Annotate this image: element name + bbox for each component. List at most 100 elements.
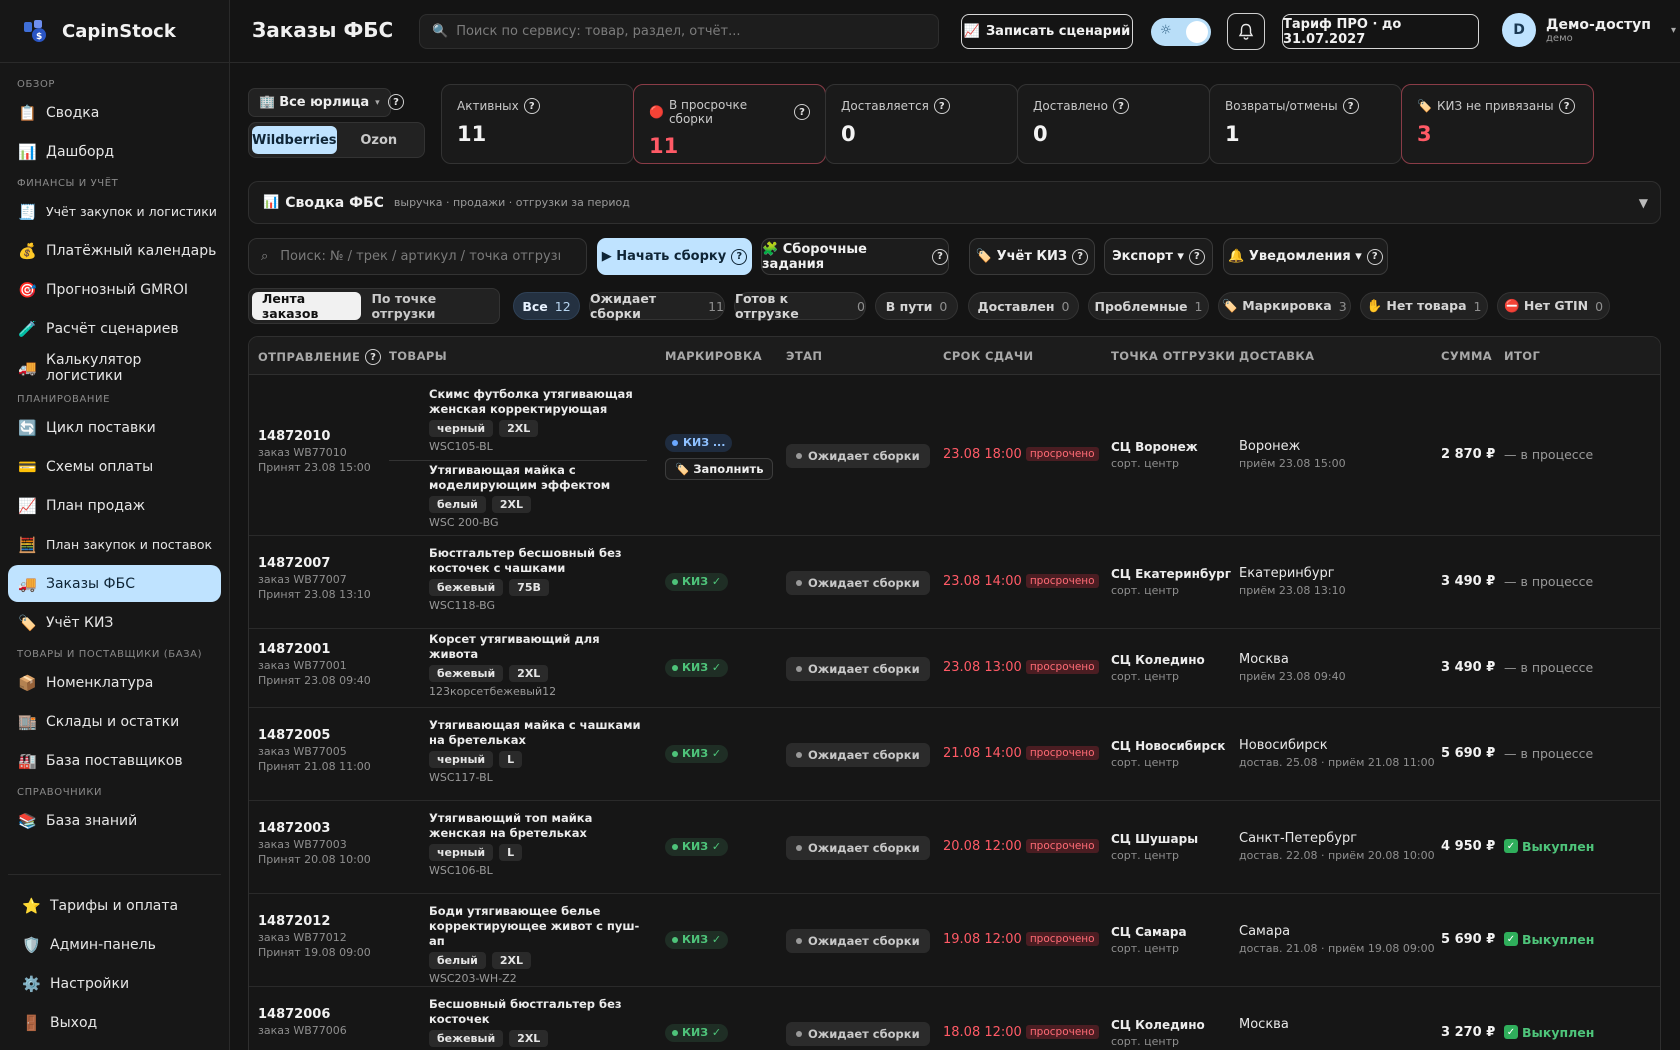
sidebar-item[interactable]: 📋 Сводка xyxy=(8,94,221,131)
sidebar-item[interactable]: 📦 Номенклатура xyxy=(8,664,221,701)
sidebar-item[interactable]: 📚 База знаний xyxy=(8,802,221,839)
sidebar-item[interactable]: ⚙️ Настройки xyxy=(8,965,221,1002)
shipping-point-cell: СЦ Самара сорт. центр xyxy=(1111,925,1187,955)
product-sku: WSC105-BL xyxy=(429,440,493,453)
table-row[interactable]: 14872001 заказ WB77001 Принят 23.08 09:40 К… xyxy=(249,629,1660,708)
sidebar-item[interactable]: 🚪 Выход xyxy=(8,1004,221,1041)
export-button[interactable]: Экспорт ▾ ? xyxy=(1104,238,1213,275)
sidebar-item-label: План закупок и поставок xyxy=(46,537,213,552)
entity-select[interactable]: 🏢 Все юрлица ▾ xyxy=(248,88,391,117)
sidebar-item[interactable]: 🧮 План закупок и поставок xyxy=(8,526,221,563)
tariff-button[interactable]: Тариф ПРО · до 31.07.2027 xyxy=(1282,14,1479,49)
assembly-tasks-button[interactable]: 🧩 Сборочные задания ? xyxy=(761,238,949,275)
help-icon[interactable]: ? xyxy=(933,98,950,114)
kiz-ok-label: КИЗ ✓ xyxy=(682,1026,722,1039)
sidebar-item[interactable]: 🎯 Прогнозный GMROI xyxy=(8,271,221,308)
fill-kiz-button[interactable]: 🏷️ Заполнить xyxy=(665,457,774,480)
fbs-summary-panel[interactable]: 📊 Сводка ФБС выручка · продажи · отгрузк… xyxy=(248,181,1661,224)
stage-cell: Ожидает сборки xyxy=(786,443,930,468)
door-icon: 🚪 xyxy=(22,1013,41,1032)
theme-toggle[interactable]: ☼ xyxy=(1151,18,1211,46)
help-icon[interactable]: ? xyxy=(1558,98,1575,114)
sidebar-item[interactable]: 🛡️ Админ-панель xyxy=(8,926,221,963)
marking-cell: КИЗ ✓ xyxy=(665,658,729,677)
table-row[interactable]: 14872012 заказ WB77012 Принят 19.08 09:00 Б… xyxy=(249,894,1660,987)
shipping-point-cell: СЦ Новосибирск сорт. центр xyxy=(1111,739,1225,769)
filter-chip[interactable]: Ожидает сборки 11 xyxy=(589,291,725,321)
order-cell: 14872005 заказ WB77005 Принят 21.08 11:00 xyxy=(258,728,371,773)
sidebar-item[interactable]: ⭐ Тарифы и оплата xyxy=(8,887,221,924)
table-row[interactable]: 14872003 заказ WB77003 Принят 20.08 10:00 У… xyxy=(249,801,1660,894)
sidebar-item[interactable]: 💰 Платёжный календарь xyxy=(8,232,221,269)
help-icon[interactable]: ? xyxy=(1112,98,1129,114)
sidebar-item[interactable]: 🔄 Цикл поставки xyxy=(8,409,221,446)
order-search[interactable]: ⌕ xyxy=(248,238,587,275)
help-icon[interactable]: ? xyxy=(1342,98,1359,114)
sidebar-nav: ОБЗОР 📋 Сводка 📊 Дашборд ФИНАНСЫ И УЧЁТ 🧾 Учёт … xyxy=(0,63,229,839)
filter-chip[interactable]: ⛔ Нет GTIN 0 xyxy=(1497,292,1610,320)
help-icon[interactable]: ? xyxy=(1188,248,1205,265)
shipping-point-cell: СЦ Коледино сорт. центр xyxy=(1111,1018,1205,1048)
filter-chip[interactable]: Все 12 xyxy=(513,292,580,320)
help-icon[interactable]: ? xyxy=(794,104,810,120)
filter-chip[interactable]: Готов к отгрузке 0 xyxy=(734,291,866,321)
kiz-pending-label: КИЗ ... xyxy=(683,436,726,449)
books-icon: 📚 xyxy=(18,811,37,830)
filter-chip[interactable]: ✋ Нет товара 1 xyxy=(1360,292,1488,320)
help-icon[interactable]: ? xyxy=(1366,248,1383,265)
test-tube-icon: 🧪 xyxy=(18,319,37,338)
help-icon[interactable]: ? xyxy=(932,248,948,265)
market-ozon[interactable]: Ozon xyxy=(337,126,421,154)
help-icon[interactable]: ? xyxy=(523,98,540,114)
sidebar-item[interactable]: 📈 План продаж xyxy=(8,487,221,524)
filter-chip-label: Ожидает сборки xyxy=(590,291,657,321)
order-accepted: Принят 23.08 15:00 xyxy=(258,460,371,474)
filter-chip[interactable]: Доставлен 0 xyxy=(968,292,1079,320)
market-wildberries[interactable]: Wildberries xyxy=(252,126,337,154)
help-icon[interactable]: ? xyxy=(388,94,404,110)
filter-chip[interactable]: В пути 0 xyxy=(875,292,958,320)
order-id: 14872003 xyxy=(258,820,331,836)
deadline-cell: 23.08 13:00 просрочено xyxy=(943,660,1099,675)
shipping-point-cell: СЦ Екатеринбург сорт. центр xyxy=(1111,567,1231,597)
order-search-input[interactable] xyxy=(280,249,561,264)
kiz-accounting-button[interactable]: 🏷️ Учёт КИЗ ? xyxy=(969,238,1095,275)
sidebar-item[interactable]: 🏬 Склады и остатки xyxy=(8,703,221,740)
view-orders-feed[interactable]: Лента заказов xyxy=(252,291,362,321)
help-icon[interactable]: ? xyxy=(365,349,382,365)
global-search[interactable]: 🔍 xyxy=(419,14,939,49)
table-row[interactable]: 14872006 заказ WB77006 Бесшовный бюстгальт… xyxy=(249,987,1660,1050)
sidebar-item[interactable]: 🚚 Калькулятор логистики xyxy=(8,349,221,386)
view-by-shipping-point[interactable]: По точке отгрузки xyxy=(361,291,496,321)
sidebar-item[interactable]: 🚚 Заказы ФБС xyxy=(8,565,221,602)
product-sku: WSC106-BL xyxy=(429,863,493,877)
sidebar-item[interactable]: 🏭 База поставщиков xyxy=(8,742,221,779)
column-header-label: ЭТАП xyxy=(786,349,823,363)
sidebar-item[interactable]: 🏷️ Учёт КИЗ xyxy=(8,604,221,641)
record-scenario-button[interactable]: 📈 Записать сценарий xyxy=(961,14,1133,49)
sidebar-item[interactable]: 🧾 Учёт закупок и логистики xyxy=(8,193,221,230)
user-name: Демо-доступ xyxy=(1546,16,1651,33)
filter-chip[interactable]: Проблемные 1 xyxy=(1088,292,1209,320)
help-icon[interactable]: ? xyxy=(731,248,748,265)
sidebar-item[interactable]: 💳 Схемы оплаты xyxy=(8,448,221,485)
filter-chip[interactable]: 🏷️ Маркировка 3 xyxy=(1218,292,1351,320)
user-menu[interactable]: D Демо-доступ демо ▾ xyxy=(1502,13,1676,47)
column-header-label: ИТОГ xyxy=(1504,349,1541,363)
notifications-settings-button[interactable]: 🔔 Уведомления ▾ ? xyxy=(1223,238,1388,275)
stage-badge: Ожидает сборки xyxy=(786,928,930,953)
table-row[interactable]: 14872007 заказ WB77007 Принят 23.08 13:10 Б… xyxy=(249,536,1660,629)
sidebar: $ CapinStock ОБЗОР 📋 Сводка 📊 Дашборд ФИНАНСЫ… xyxy=(0,0,230,1050)
notifications-button[interactable] xyxy=(1227,13,1265,50)
help-icon[interactable]: ? xyxy=(1072,248,1089,265)
check-icon: ✓ xyxy=(1504,839,1518,853)
table-row[interactable]: 14872005 заказ WB77005 Принят 21.08 11:00 У… xyxy=(249,708,1660,801)
brand[interactable]: $ CapinStock xyxy=(0,0,229,63)
sidebar-item[interactable]: 🧪 Расчёт сценариев xyxy=(8,310,221,347)
start-assembly-button[interactable]: ▶ Начать сборку ? xyxy=(597,238,752,275)
delivery-info: приём 23.08 13:10 xyxy=(1239,583,1346,597)
table-row[interactable]: 14872010 заказ WB77010 Принят 23.08 15:00 С… xyxy=(249,375,1660,536)
status-dot xyxy=(672,664,678,671)
global-search-input[interactable] xyxy=(456,24,897,39)
sidebar-item[interactable]: 📊 Дашборд xyxy=(8,133,221,170)
